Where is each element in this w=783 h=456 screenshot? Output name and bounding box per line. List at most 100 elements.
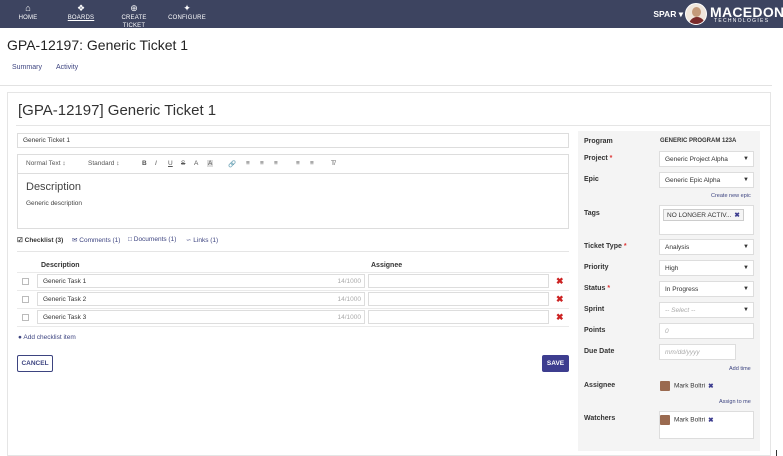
bold-button[interactable]: B [142,160,147,167]
tags-input[interactable]: NO LONGER ACTIV... ✖ [659,205,754,235]
sprint-select[interactable]: -- Select -- ▼ [659,302,754,318]
divider [17,308,569,309]
align-right-icon[interactable]: ≡ [274,160,278,167]
column-header-description: Description [41,262,80,269]
status-label: Status * [584,285,611,292]
subnav-summary[interactable]: Summary [12,64,42,71]
cancel-button[interactable]: CANCEL [17,355,53,372]
project-select[interactable]: Generic Project Alpha ▼ [659,151,754,167]
char-count: 14/1000 [337,278,362,285]
delete-icon[interactable]: ✖ [556,294,564,305]
nav-home[interactable]: ⌂ HOME [14,0,42,28]
assignee-label: Assignee [584,382,616,389]
due-date-label: Due Date [584,348,615,355]
description-heading: Description [26,181,82,193]
due-date-input[interactable]: mm/dd/yyyy [659,344,736,360]
subnav-activity[interactable]: Activity [56,64,78,71]
task-input[interactable]: Generic Task 3 14/1000 [37,310,365,324]
epic-label: Epic [584,176,599,183]
task-assignee-input[interactable] [368,274,549,288]
tab-links[interactable]: ∽ Links (1) [186,236,218,244]
divider [17,290,569,291]
link-icon: ∽ [186,237,192,244]
assign-to-me-link[interactable]: Assign to me [719,399,751,405]
avatar [660,381,670,391]
assignee-chip: Mark Boltri ✖ [660,381,714,391]
chevron-down-icon: ▼ [743,244,749,250]
chevron-down-icon: ▼ [743,286,749,292]
boards-icon: ❖ [76,3,86,13]
task-assignee-input[interactable] [368,310,549,324]
description-text: Generic description [26,200,82,207]
remove-assignee-icon[interactable]: ✖ [708,383,713,390]
priority-select[interactable]: High ▼ [659,260,754,276]
strike-button[interactable]: S [181,160,185,167]
task-input[interactable]: Generic Task 2 14/1000 [37,292,365,306]
nav-create-ticket[interactable]: ⊕ CREATE TICKET [110,0,158,29]
underline-button[interactable]: U [168,160,173,167]
divider [17,251,569,252]
points-label: Points [584,327,606,334]
task-assignee-input[interactable] [368,292,549,306]
ticket-type-select[interactable]: Analysis ▼ [659,239,754,255]
chevron-down-icon: ▼ [743,307,749,313]
plus-circle-icon: ⊕ [130,3,138,13]
ticket-title-input[interactable]: Generic Ticket 1 [17,133,569,148]
user-avatar[interactable] [685,3,707,25]
epic-select[interactable]: Generic Epic Alpha ▼ [659,172,754,188]
ticket-heading: [GPA-12197] Generic Ticket 1 [18,102,217,119]
divider [16,125,770,126]
project-label: Project * [584,155,613,162]
company-logo-subtitle: TECHNOLOGIES [714,18,770,24]
points-input[interactable]: 0 [659,323,754,339]
ordered-list-icon[interactable]: ≡ [296,160,300,167]
nav-configure[interactable]: ✦ CONFIGURE [168,0,206,28]
tab-checklist[interactable]: ☑ Checklist (3) [17,236,63,244]
remove-watcher-icon[interactable]: ✖ [708,417,713,424]
text-color-button[interactable]: A [194,160,198,167]
highlight-button[interactable]: A [207,160,214,167]
priority-label: Priority [584,264,609,271]
align-left-icon[interactable]: ≡ [246,160,250,167]
wrench-icon: ✦ [183,3,191,13]
ticket-type-label: Ticket Type * [584,243,627,250]
remove-tag-icon[interactable]: ✖ [734,212,739,219]
tab-documents[interactable]: □ Documents (1) [128,236,176,243]
program-label: Program [584,138,613,145]
format-select[interactable]: Normal Text ↕ [26,160,66,167]
add-checklist-item-link[interactable]: ● Add checklist item [18,334,76,341]
status-select[interactable]: In Progress ▼ [659,281,754,297]
divider [0,85,772,86]
add-time-link[interactable]: Add time [729,366,751,372]
task-checkbox[interactable] [22,278,29,285]
tab-comments[interactable]: ✉ Comments (1) [72,236,120,244]
clear-format-icon[interactable]: T̸ [331,160,335,167]
italic-button[interactable]: I [155,160,157,167]
size-select[interactable]: Standard ↕ [88,160,119,167]
scrollbar[interactable] [776,450,777,456]
link-icon[interactable]: 🔗 [228,160,236,168]
comments-icon: ✉ [72,237,78,244]
program-value: GENERIC PROGRAM 123A [660,138,737,144]
char-count: 14/1000 [337,314,362,321]
plus-circle-icon: ● [18,334,22,341]
nav-boards[interactable]: ❖ BOARDS [64,0,98,28]
sprint-label: Sprint [584,306,605,313]
editor-toolbar: Normal Text ↕ Standard ↕ B I U S A A 🔗 ≡… [18,155,568,174]
delete-icon[interactable]: ✖ [556,276,564,287]
chevron-down-icon: ▼ [743,177,749,183]
delete-icon[interactable]: ✖ [556,312,564,323]
avatar [660,415,670,425]
char-count: 14/1000 [337,296,362,303]
task-input[interactable]: Generic Task 1 14/1000 [37,274,365,288]
align-center-icon[interactable]: ≡ [260,160,264,167]
user-menu[interactable]: SPAR ▾ [653,9,683,20]
description-editor[interactable]: Normal Text ↕ Standard ↕ B I U S A A 🔗 ≡… [17,154,569,229]
save-button[interactable]: SAVE [542,355,569,372]
chevron-down-icon: ▾ [678,9,683,19]
home-icon: ⌂ [25,3,31,13]
task-checkbox[interactable] [22,314,29,321]
create-epic-link[interactable]: Create new epic [711,193,751,199]
bullet-list-icon[interactable]: ≡ [310,160,314,167]
task-checkbox[interactable] [22,296,29,303]
